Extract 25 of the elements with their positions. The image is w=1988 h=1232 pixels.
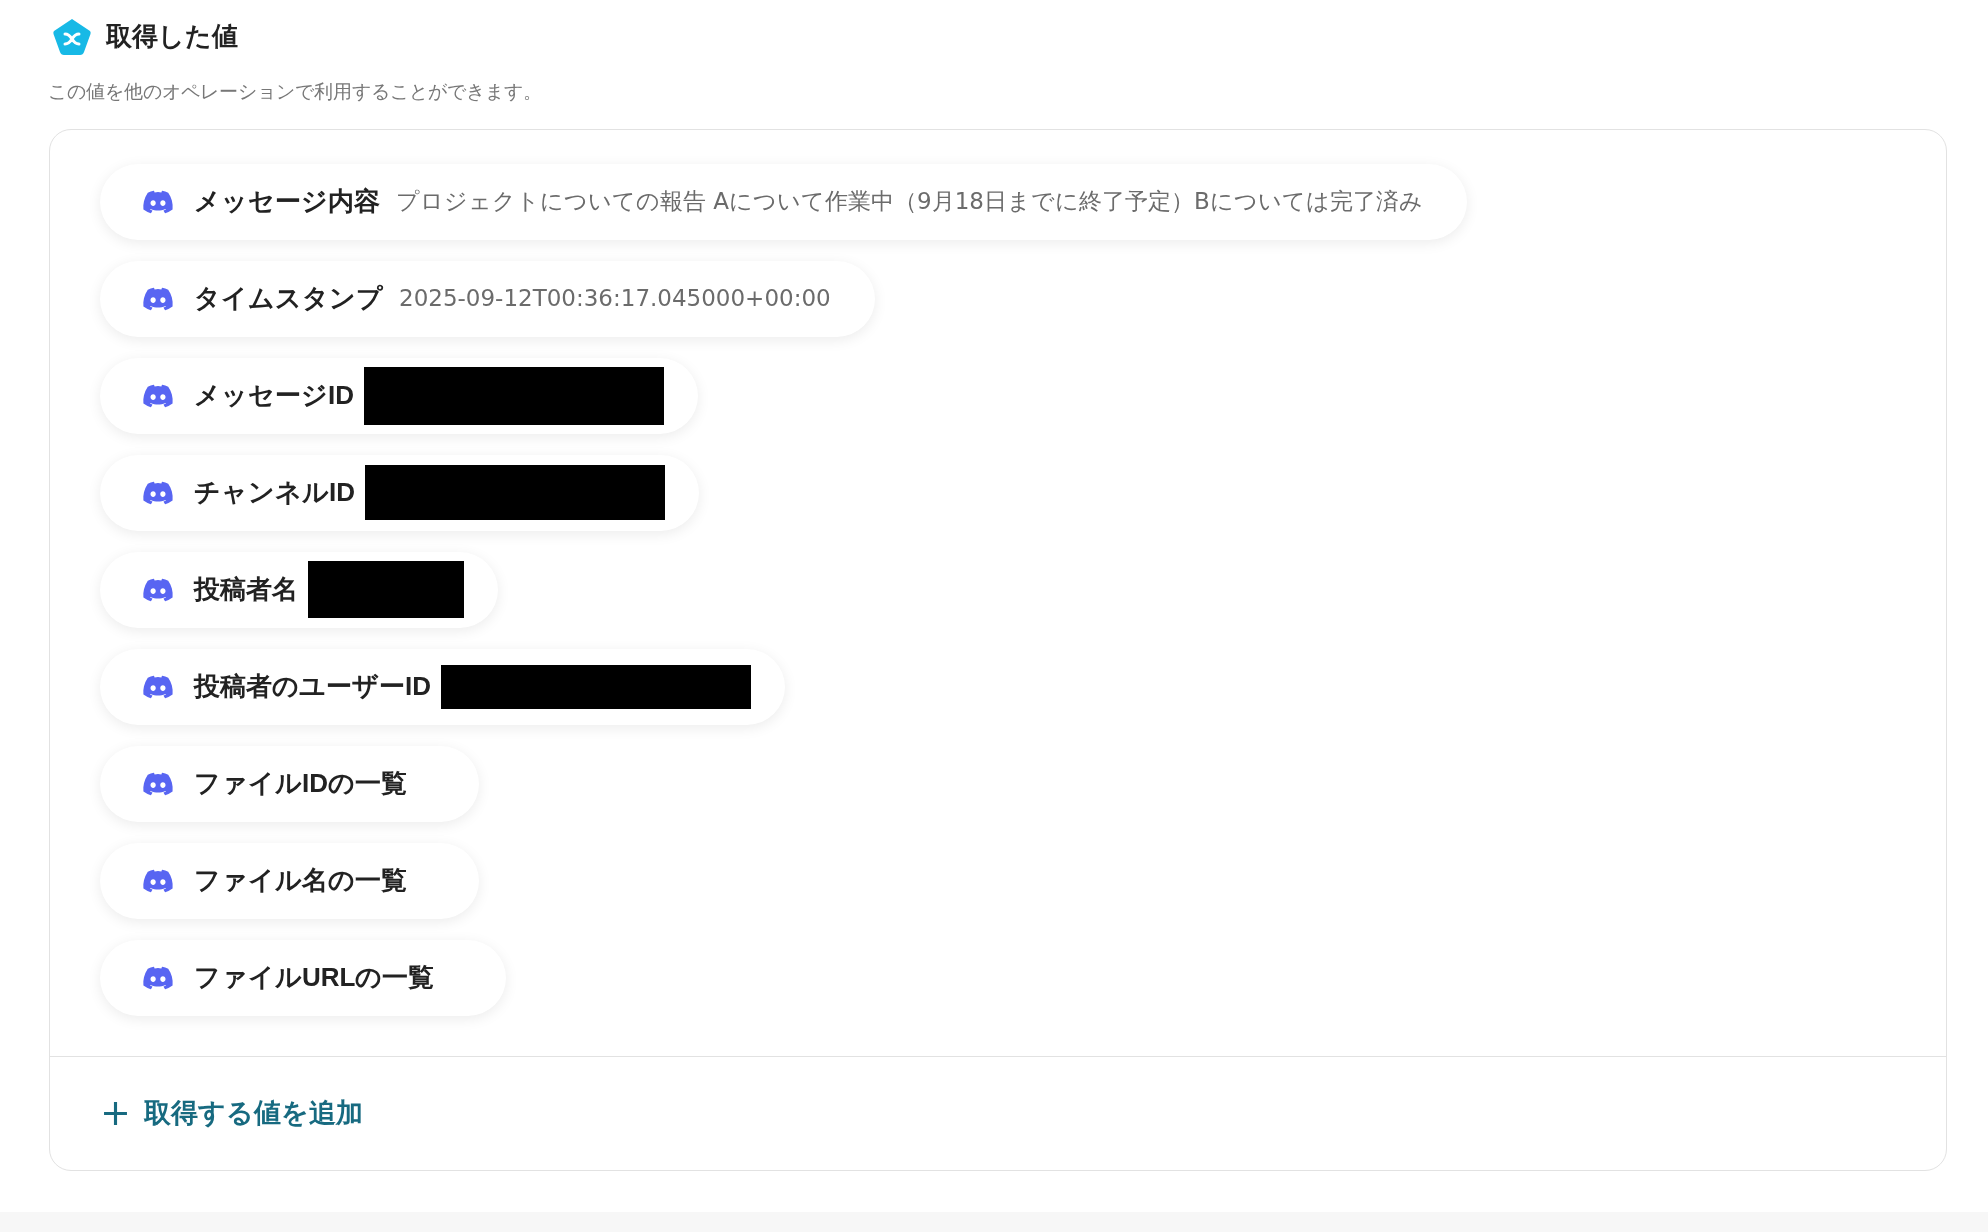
field-label: タイムスタンプ <box>194 282 383 315</box>
value-chip[interactable]: ファイルIDの一覧 <box>100 745 479 822</box>
value-chip[interactable]: 投稿者のユーザーID <box>100 648 785 725</box>
section-title: 取得した値 <box>106 20 238 53</box>
field-label: ファイルURLの一覧 <box>194 961 435 994</box>
value-chip[interactable]: ファイルURLの一覧 <box>100 939 507 1016</box>
field-label: メッセージID <box>194 379 354 412</box>
value-chip[interactable]: タイムスタンプ 2025-09-12T00:36:17.045000+00:00 <box>100 260 875 337</box>
field-label: メッセージ内容 <box>194 185 380 218</box>
value-chip[interactable]: 投稿者名 <box>100 551 498 628</box>
field-value: 2025-09-12T00:36:17.045000+00:00 <box>399 284 831 314</box>
field-value: プロジェクトについての報告 Aについて作業中（9月18日までに終了予定）Bについては完了済み <box>396 187 1423 217</box>
add-value-button[interactable]: 取得する値を追加 <box>103 1092 363 1134</box>
pentagon-logo-icon <box>52 17 92 56</box>
value-chip[interactable]: ファイル名の一覧 <box>100 842 479 919</box>
field-label: 投稿者のユーザーID <box>194 670 431 703</box>
field-label: 投稿者名 <box>194 573 298 606</box>
field-label: チャンネルID <box>194 476 355 509</box>
field-label: ファイルIDの一覧 <box>194 767 407 800</box>
value-chip[interactable]: メッセージ内容 プロジェクトについての報告 Aについて作業中（9月18日までに終了予定）Bについては完了済み <box>100 163 1467 240</box>
value-chip[interactable]: メッセージID <box>100 357 698 434</box>
section-description: この値を他のオペレーションで利用することができます。 <box>48 80 542 104</box>
value-chip[interactable]: チャンネルID <box>100 454 699 531</box>
plus-icon <box>103 1100 128 1126</box>
field-label: ファイル名の一覧 <box>194 864 407 897</box>
